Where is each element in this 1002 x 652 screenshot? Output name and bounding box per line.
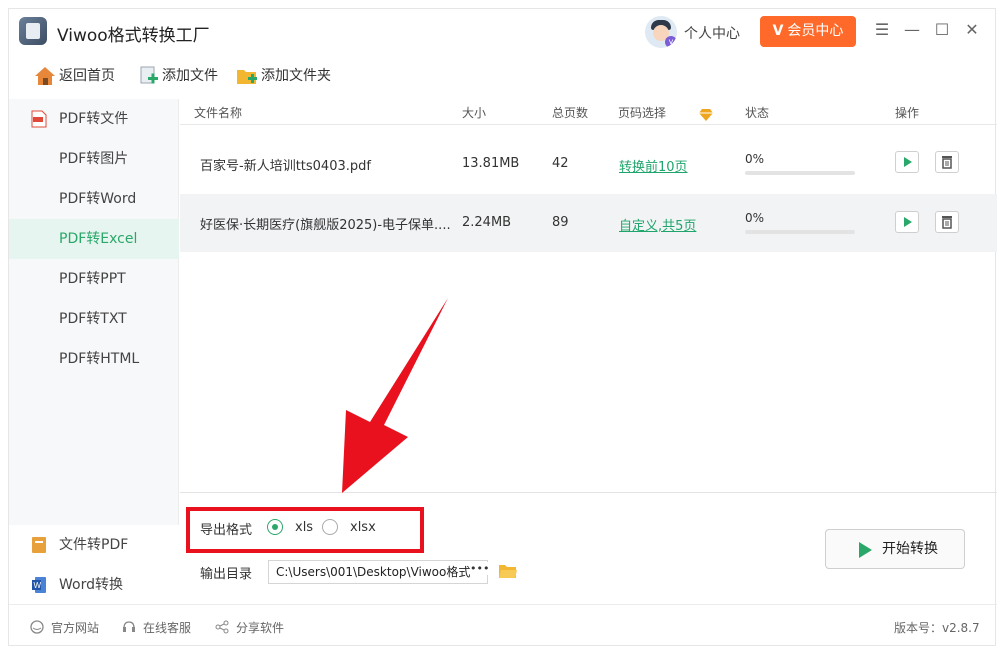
delete-button[interactable] <box>935 151 959 173</box>
table-row[interactable]: 百家号-新人培训tts0403.pdf 13.81MB 42 转换前10页 0% <box>180 134 997 192</box>
footer: 官方网站 在线客服 分享软件 版本号：v2.8.7 <box>9 604 997 647</box>
headset-icon <box>123 621 135 632</box>
maximize-icon[interactable]: ☐ <box>931 19 953 41</box>
website-icon <box>30 620 44 634</box>
support-label: 在线客服 <box>143 621 192 635</box>
version-text: 版本号：v2.8.7 <box>894 621 980 635</box>
sidebar-item-pdf-to-ppt[interactable]: PDF转PPT <box>9 259 179 299</box>
status-text: 0% <box>745 152 765 166</box>
col-pages: 总页数 <box>552 106 589 120</box>
share-link[interactable]: 分享软件 <box>214 619 284 636</box>
word-icon: W <box>32 577 46 593</box>
delete-button[interactable] <box>935 211 959 233</box>
progress-bar <box>745 230 855 234</box>
play-icon <box>904 217 912 227</box>
toolbar: 返回首页 添加文件 添加文件夹 <box>9 59 997 93</box>
sidebar-item-word-convert[interactable]: W Word转换 <box>9 565 179 605</box>
title-bar: Viwoo格式转换工厂 v 个人中心 V 会员中心 ☰ — ☐ ✕ <box>9 9 997 55</box>
home-icon <box>35 67 55 85</box>
sidebar-item-file-to-pdf[interactable]: 文件转PDF <box>9 525 179 565</box>
file-size: 2.24MB <box>462 215 512 230</box>
output-path-text: C:\Users\001\Desktop\Viwoo格式 <box>276 565 471 579</box>
table-header: 文件名称 大小 总页数 页码选择 状态 操作 <box>180 99 997 125</box>
play-button[interactable] <box>895 151 919 173</box>
play-button[interactable] <box>895 211 919 233</box>
pdf-file-icon <box>31 110 47 128</box>
add-folder-label: 添加文件夹 <box>261 68 331 84</box>
add-folder-button[interactable]: 添加文件夹 <box>236 65 331 87</box>
app-logo-icon <box>19 17 47 45</box>
add-folder-icon <box>237 70 257 84</box>
word-convert-label: Word转换 <box>59 577 123 593</box>
file-size: 13.81MB <box>462 156 520 171</box>
start-convert-button[interactable]: 开始转换 <box>825 529 965 569</box>
app-window: Viwoo格式转换工厂 v 个人中心 V 会员中心 ☰ — ☐ ✕ 返回首页 添加… <box>8 8 997 647</box>
play-icon <box>859 542 872 558</box>
play-icon <box>904 157 912 167</box>
app-title: Viwoo格式转换工厂 <box>57 26 210 46</box>
export-format-label: 导出格式 <box>200 523 253 538</box>
file-name: 好医保·长期医疗(旗舰版2025)-电子保单.... <box>200 218 451 233</box>
page-select-link[interactable]: 自定义,共5页 <box>619 215 696 234</box>
radio-xlsx[interactable] <box>322 519 338 535</box>
website-link[interactable]: 官方网站 <box>29 619 99 636</box>
col-action: 操作 <box>895 106 920 120</box>
xlsx-label[interactable]: xlsx <box>350 520 376 535</box>
sidebar-group-pdf-to-file[interactable]: PDF转文件 <box>9 99 179 139</box>
sidebar-item-pdf-to-image[interactable]: PDF转图片 <box>9 139 179 179</box>
options-panel: 导出格式 xls xlsx 输出目录 C:\Users\001\Desktop\… <box>180 492 997 604</box>
sidebar: PDF转文件 PDF转图片 PDF转Word PDF转Excel PDF转PPT… <box>9 99 179 605</box>
website-label: 官方网站 <box>51 621 100 635</box>
more-icon[interactable]: ••• <box>470 562 490 575</box>
col-name: 文件名称 <box>194 106 243 120</box>
support-link[interactable]: 在线客服 <box>121 619 191 636</box>
trash-icon <box>942 216 952 229</box>
trash-icon <box>942 156 952 169</box>
start-convert-label: 开始转换 <box>882 541 938 557</box>
radio-xls[interactable] <box>267 519 283 535</box>
vip-center-label: 会员中心 <box>787 23 844 39</box>
vip-center-button[interactable]: V 会员中心 <box>760 16 856 47</box>
page-select-link[interactable]: 转换前10页 <box>619 156 688 175</box>
col-page-select: 页码选择 <box>618 106 667 120</box>
xls-label[interactable]: xls <box>295 520 313 535</box>
main-panel: 文件名称 大小 总页数 页码选择 状态 操作 百家号-新人培训tts0403.p… <box>180 99 997 604</box>
sidebar-item-pdf-to-excel[interactable]: PDF转Excel <box>9 219 179 259</box>
close-icon[interactable]: ✕ <box>961 19 983 41</box>
col-size: 大小 <box>462 106 487 120</box>
home-button[interactable]: 返回首页 <box>34 65 115 87</box>
vip-mark-icon: V <box>772 23 784 39</box>
add-file-icon <box>140 66 158 84</box>
folder-icon[interactable] <box>498 562 518 580</box>
file-name: 百家号-新人培训tts0403.pdf <box>200 159 371 174</box>
sidebar-group-label: PDF转文件 <box>59 111 129 127</box>
menu-icon[interactable]: ☰ <box>871 19 893 41</box>
add-file-button[interactable]: 添加文件 <box>139 65 218 87</box>
add-file-label: 添加文件 <box>162 68 218 84</box>
file-pages: 89 <box>552 215 569 230</box>
user-center-link[interactable]: 个人中心 <box>684 23 740 43</box>
progress-bar <box>745 171 855 175</box>
share-label: 分享软件 <box>236 621 285 635</box>
share-icon <box>215 620 229 634</box>
status-text: 0% <box>745 211 765 225</box>
svg-text:W: W <box>34 581 42 590</box>
file-to-pdf-label: 文件转PDF <box>59 537 129 553</box>
diamond-icon <box>699 109 713 121</box>
output-dir-label: 输出目录 <box>200 567 253 582</box>
file-to-pdf-icon <box>32 537 46 553</box>
sidebar-item-pdf-to-word[interactable]: PDF转Word <box>9 179 179 219</box>
sidebar-item-pdf-to-html[interactable]: PDF转HTML <box>9 339 179 379</box>
table-row[interactable]: 好医保·长期医疗(旗舰版2025)-电子保单.... 2.24MB 89 自定义… <box>180 194 997 252</box>
avatar[interactable]: v <box>645 16 677 48</box>
col-status: 状态 <box>745 106 770 120</box>
output-path-field[interactable]: C:\Users\001\Desktop\Viwoo格式 <box>268 560 488 584</box>
minimize-icon[interactable]: — <box>901 19 923 41</box>
home-label: 返回首页 <box>59 68 115 84</box>
file-pages: 42 <box>552 156 569 171</box>
sidebar-item-pdf-to-txt[interactable]: PDF转TXT <box>9 299 179 339</box>
